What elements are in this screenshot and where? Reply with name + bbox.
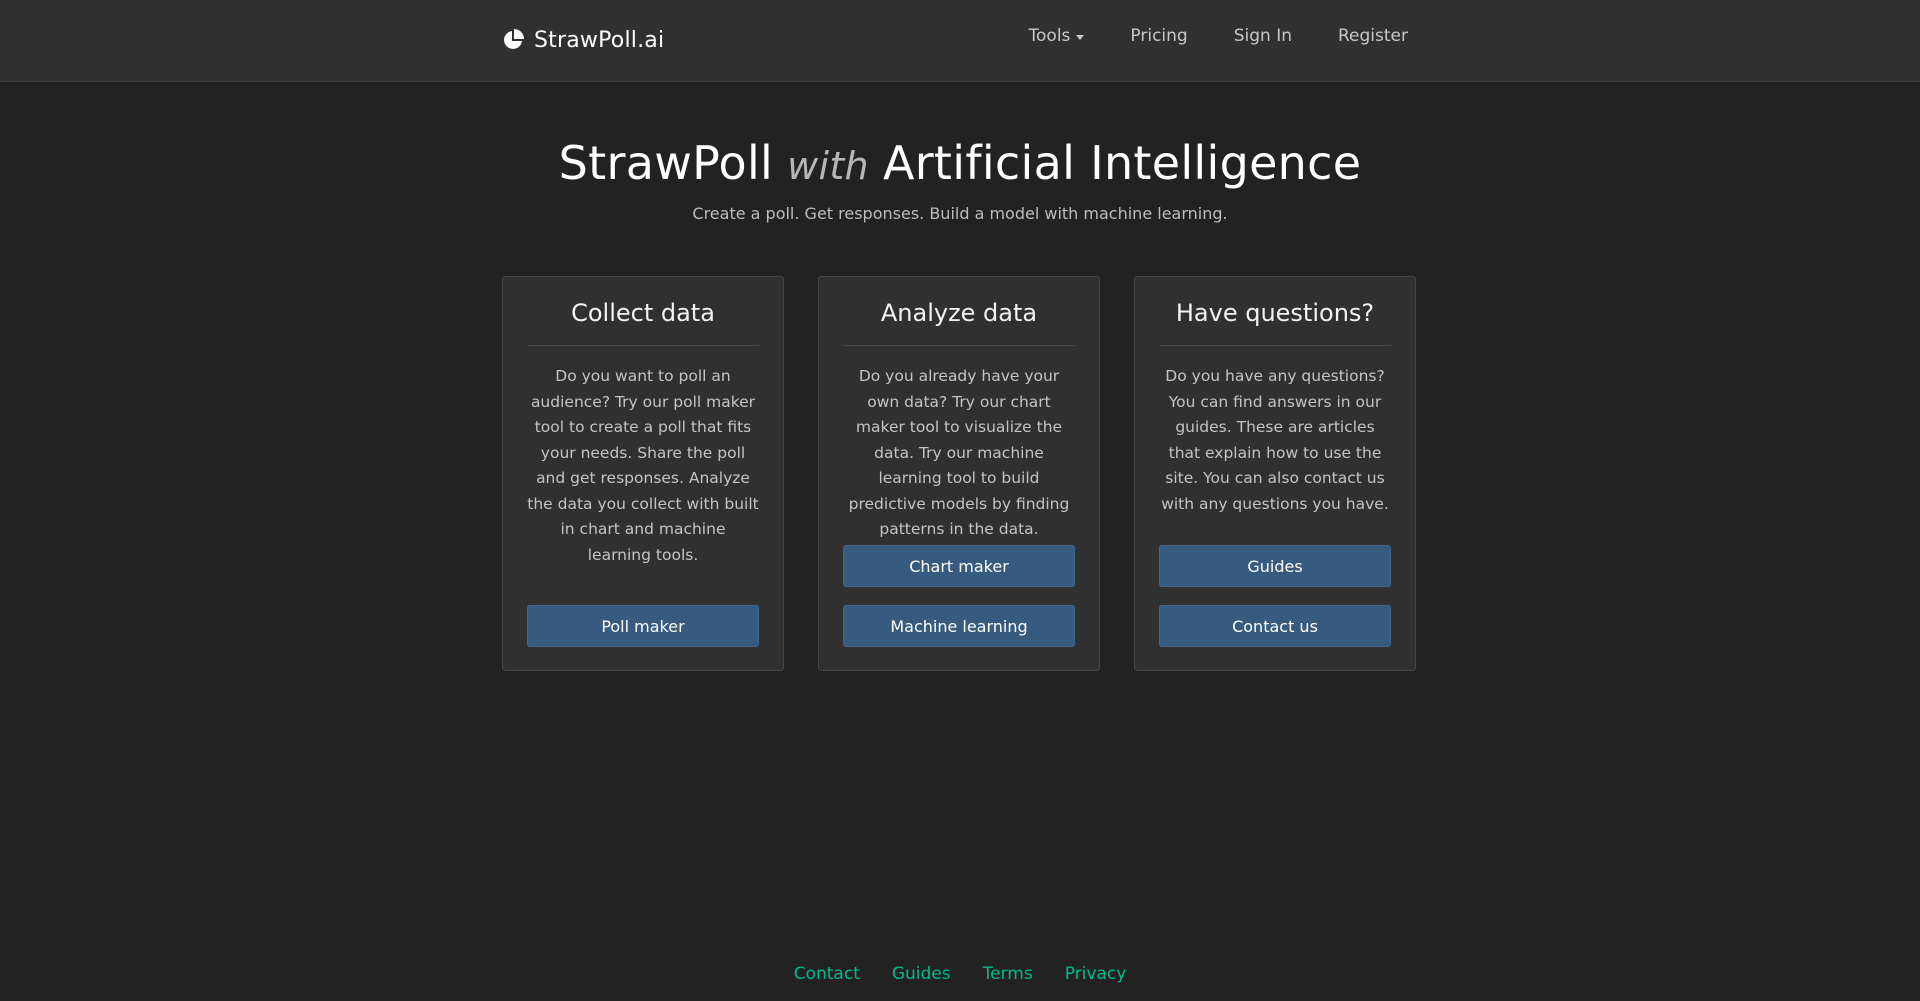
nav-links: Tools Pricing Sign In Register (1029, 26, 1408, 46)
brand-link[interactable]: StrawPoll.ai (502, 24, 664, 56)
card-text: Do you already have your own data? Try o… (848, 367, 1070, 538)
nav-register[interactable]: Register (1338, 26, 1408, 46)
card-have-questions: Have questions? Do you have any question… (1134, 276, 1416, 671)
title-with: with (787, 144, 869, 188)
nav-tools-dropdown[interactable]: Tools (1029, 26, 1085, 46)
navbar: StrawPoll.ai Tools Pricing Sign In Regis… (0, 0, 1920, 82)
feature-cards: Collect data Do you want to poll an audi… (502, 276, 1416, 671)
footer-link-terms[interactable]: Terms (983, 964, 1033, 984)
page-title: StrawPoll with Artificial Intelligence (559, 136, 1362, 190)
card-buttons: Chart maker Machine learning (843, 545, 1075, 647)
card-text: Do you want to poll an audience? Try our… (527, 367, 759, 564)
footer-link-contact[interactable]: Contact (794, 964, 860, 984)
card-collect-data: Collect data Do you want to poll an audi… (502, 276, 784, 671)
card-buttons: Guides Contact us (1159, 545, 1391, 647)
footer: Contact Guides Terms Privacy (0, 964, 1920, 984)
page-subtitle: Create a poll. Get responses. Build a mo… (692, 204, 1228, 223)
card-title: Analyze data (843, 299, 1075, 346)
footer-link-guides[interactable]: Guides (892, 964, 951, 984)
card-title: Have questions? (1159, 299, 1391, 346)
guides-button[interactable]: Guides (1159, 545, 1391, 587)
card-title: Collect data (527, 299, 759, 346)
title-ai: Artificial Intelligence (882, 136, 1362, 190)
card-buttons: Poll maker (527, 605, 759, 647)
brand-name: StrawPoll.ai (534, 27, 665, 53)
poll-maker-button[interactable]: Poll maker (527, 605, 759, 647)
chart-maker-button[interactable]: Chart maker (843, 545, 1075, 587)
machine-learning-button[interactable]: Machine learning (843, 605, 1075, 647)
card-text: Do you have any questions? You can find … (1161, 367, 1389, 513)
nav-sign-in[interactable]: Sign In (1234, 26, 1292, 46)
hero: StrawPoll with Artificial Intelligence C… (0, 136, 1920, 223)
caret-down-icon (1076, 34, 1085, 40)
title-strawpoll: StrawPoll (558, 136, 774, 190)
nav-tools-label: Tools (1028, 26, 1071, 46)
nav-pricing[interactable]: Pricing (1130, 26, 1187, 46)
pie-chart-icon (502, 29, 524, 51)
card-analyze-data: Analyze data Do you already have your ow… (818, 276, 1100, 671)
footer-link-privacy[interactable]: Privacy (1065, 964, 1127, 984)
contact-us-button[interactable]: Contact us (1159, 605, 1391, 647)
